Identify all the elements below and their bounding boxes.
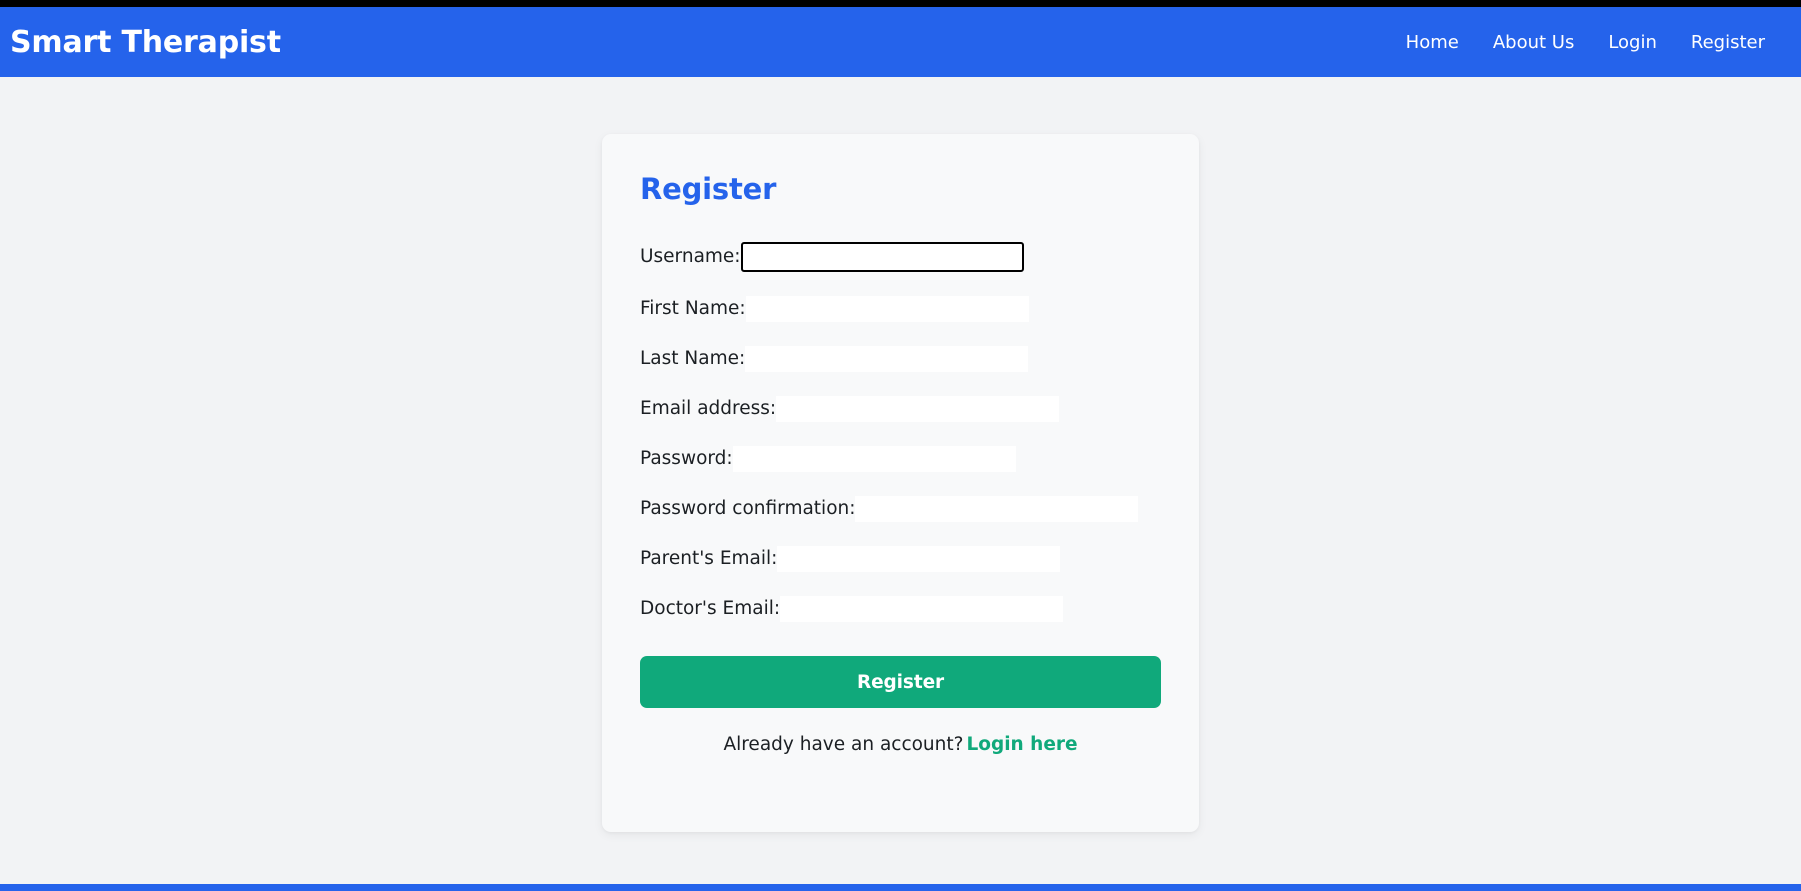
- form-row-password-confirmation: Password confirmation:: [640, 496, 1161, 522]
- form-row-password: Password:: [640, 446, 1161, 472]
- nav-link-home[interactable]: Home: [1406, 32, 1459, 53]
- page-body: Register Username: First Name: Last Name…: [0, 77, 1801, 891]
- top-black-strip: [0, 0, 1801, 7]
- nav-links: Home About Us Login Register: [1406, 32, 1769, 53]
- form-row-username: Username:: [640, 242, 1161, 272]
- register-button[interactable]: Register: [640, 656, 1161, 708]
- parents-email-input[interactable]: [777, 546, 1061, 572]
- submit-row: Register: [640, 656, 1161, 708]
- nav-link-register[interactable]: Register: [1691, 32, 1765, 53]
- first-name-label: First Name:: [640, 297, 746, 319]
- login-here-link[interactable]: Login here: [966, 734, 1077, 755]
- password-input[interactable]: [732, 446, 1016, 472]
- form-row-parents-email: Parent's Email:: [640, 546, 1161, 572]
- password-confirmation-label: Password confirmation:: [640, 497, 856, 519]
- parents-email-label: Parent's Email:: [640, 547, 778, 569]
- email-address-label: Email address:: [640, 397, 777, 419]
- username-label: Username:: [640, 245, 741, 267]
- register-card: Register Username: First Name: Last Name…: [602, 134, 1199, 832]
- register-form: Username: First Name: Last Name: Email a…: [640, 242, 1161, 708]
- navbar: Smart Therapist Home About Us Login Regi…: [0, 7, 1801, 77]
- username-input[interactable]: [740, 242, 1024, 272]
- last-name-label: Last Name:: [640, 347, 746, 369]
- page-title: Register: [640, 172, 777, 206]
- register-card-inner: Register Username: First Name: Last Name…: [602, 134, 1199, 755]
- doctors-email-label: Doctor's Email:: [640, 597, 781, 619]
- email-address-input[interactable]: [776, 396, 1060, 422]
- password-confirmation-input[interactable]: [855, 496, 1139, 522]
- form-row-email-address: Email address:: [640, 396, 1161, 422]
- nav-link-about-us[interactable]: About Us: [1493, 32, 1575, 53]
- form-row-first-name: First Name:: [640, 296, 1161, 322]
- nav-link-login[interactable]: Login: [1608, 32, 1657, 53]
- form-row-doctors-email: Doctor's Email:: [640, 596, 1161, 622]
- login-hint-text: Already have an account?: [723, 734, 964, 755]
- login-hint: Already have an account? Login here: [640, 734, 1161, 755]
- first-name-input[interactable]: [745, 296, 1029, 322]
- doctors-email-input[interactable]: [780, 596, 1064, 622]
- last-name-input[interactable]: [745, 346, 1029, 372]
- password-label: Password:: [640, 447, 733, 469]
- brand-logo[interactable]: Smart Therapist: [10, 25, 281, 60]
- bottom-blue-strip: [0, 884, 1801, 891]
- form-row-last-name: Last Name:: [640, 346, 1161, 372]
